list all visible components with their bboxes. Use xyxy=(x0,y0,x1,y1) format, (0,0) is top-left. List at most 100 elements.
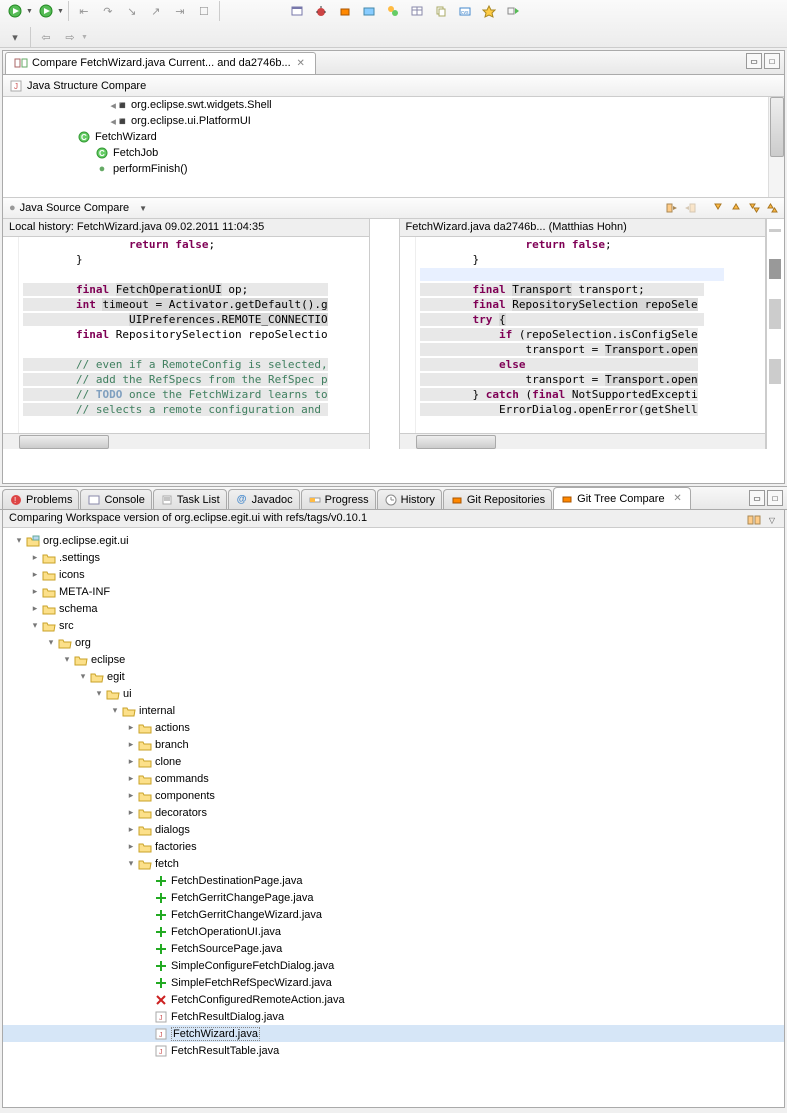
tab-history[interactable]: History xyxy=(377,489,442,509)
view-menu-icon[interactable]: ▽ xyxy=(764,512,780,528)
expander-icon[interactable]: ▸ xyxy=(125,739,137,750)
tree-item[interactable]: ▸META-INF xyxy=(3,583,784,600)
struct-class[interactable]: CFetchWizard xyxy=(3,129,784,145)
struct-import[interactable]: ◂◾org.eclipse.swt.widgets.Shell xyxy=(3,97,784,113)
expander-icon[interactable]: ▾ xyxy=(125,858,137,869)
code-right[interactable]: return false; } final Transport transpor… xyxy=(416,237,766,433)
tree-item[interactable]: ▸decorators xyxy=(3,804,784,821)
next-change-icon[interactable] xyxy=(746,200,762,216)
tree-item[interactable]: ▸schema xyxy=(3,600,784,617)
run-icon[interactable] xyxy=(4,0,26,22)
tree-file[interactable]: JFetchResultTable.java xyxy=(3,1042,784,1059)
expander-icon[interactable]: ▸ xyxy=(125,824,137,835)
minimize-icon[interactable]: ▭ xyxy=(746,53,762,69)
expander-icon[interactable]: ▸ xyxy=(125,722,137,733)
dropdown-icon[interactable]: ▼ xyxy=(139,204,147,213)
expander-icon[interactable]: ▸ xyxy=(125,756,137,767)
step-over-icon[interactable]: ↷ xyxy=(97,0,119,22)
editor-tab-compare[interactable]: Compare FetchWizard.java Current... and … xyxy=(5,52,316,74)
forward-icon[interactable]: ⇨ xyxy=(59,26,81,48)
next-diff-icon[interactable] xyxy=(710,200,726,216)
maximize-icon[interactable]: □ xyxy=(764,53,780,69)
arrow-right-icon[interactable] xyxy=(502,0,524,22)
tab-console[interactable]: Console xyxy=(80,489,151,509)
expander-icon[interactable]: ▸ xyxy=(125,841,137,852)
tree-item[interactable]: ▸commands xyxy=(3,770,784,787)
expander-icon[interactable]: ▸ xyxy=(29,552,41,563)
cvs-icon[interactable]: cvs xyxy=(454,0,476,22)
expander-icon[interactable]: ▾ xyxy=(61,654,73,665)
sync-icon[interactable] xyxy=(382,0,404,22)
expander-icon[interactable]: ▸ xyxy=(125,807,137,818)
copy-right-icon[interactable] xyxy=(664,200,680,216)
scrollbar-horizontal[interactable] xyxy=(400,433,766,449)
expander-icon[interactable]: ▾ xyxy=(45,637,57,648)
tab-gitrepos[interactable]: Git Repositories xyxy=(443,489,552,509)
new-window-icon[interactable] xyxy=(286,0,308,22)
structure-body[interactable]: ◂◾org.eclipse.swt.widgets.Shell ◂◾org.ec… xyxy=(3,97,784,197)
tree-item[interactable]: ▸branch xyxy=(3,736,784,753)
code-left[interactable]: return false; } final FetchOperationUI o… xyxy=(19,237,369,433)
struct-class[interactable]: CFetchJob xyxy=(3,145,784,161)
team-icon[interactable] xyxy=(358,0,380,22)
debug-run-icon[interactable] xyxy=(35,0,57,22)
tree-item[interactable]: ▸factories xyxy=(3,838,784,855)
step-icon[interactable]: ⇤ xyxy=(73,0,95,22)
tab-gittree[interactable]: Git Tree Compare✕ xyxy=(553,487,690,509)
resume-icon[interactable]: ⇥ xyxy=(169,0,191,22)
tree-item[interactable]: ▾eclipse xyxy=(3,651,784,668)
tree-project[interactable]: ▾org.eclipse.egit.ui xyxy=(3,532,784,549)
tree-item[interactable]: ▾org xyxy=(3,634,784,651)
tree-item[interactable]: ▸components xyxy=(3,787,784,804)
compare-mode-icon[interactable] xyxy=(746,512,762,528)
tree-file[interactable]: JFetchWizard.java xyxy=(3,1025,784,1042)
tree-item[interactable]: ▸icons xyxy=(3,566,784,583)
tree-file[interactable]: FetchDestinationPage.java xyxy=(3,872,784,889)
dropdown-icon[interactable]: ▼ xyxy=(26,8,33,15)
struct-import[interactable]: ◂◾org.eclipse.ui.PlatformUI xyxy=(3,113,784,129)
expander-icon[interactable]: ▾ xyxy=(109,705,121,716)
prev-diff-icon[interactable] xyxy=(728,200,744,216)
tree-item[interactable]: ▸.settings xyxy=(3,549,784,566)
tree-file[interactable]: FetchGerritChangeWizard.java xyxy=(3,906,784,923)
expander-icon[interactable]: ▸ xyxy=(125,773,137,784)
tree-body[interactable]: ▾org.eclipse.egit.ui▸.settings▸icons▸MET… xyxy=(3,528,784,1090)
expander-icon[interactable]: ▾ xyxy=(29,620,41,631)
scrollbar-horizontal[interactable] xyxy=(3,433,369,449)
tree-file[interactable]: FetchOperationUI.java xyxy=(3,923,784,940)
dropdown-icon[interactable]: ▼ xyxy=(81,34,88,41)
tree-item[interactable]: ▾fetch xyxy=(3,855,784,872)
tree-file[interactable]: JFetchResultDialog.java xyxy=(3,1008,784,1025)
expander-icon[interactable]: ▾ xyxy=(13,535,25,546)
tree-item[interactable]: ▸actions xyxy=(3,719,784,736)
tree-item[interactable]: ▾egit xyxy=(3,668,784,685)
tree-file[interactable]: FetchConfiguredRemoteAction.java xyxy=(3,991,784,1008)
tab-javadoc[interactable]: @Javadoc xyxy=(228,489,300,509)
tree-file[interactable]: FetchSourcePage.java xyxy=(3,940,784,957)
minimize-icon[interactable]: ▭ xyxy=(749,490,765,506)
tab-tasklist[interactable]: Task List xyxy=(153,489,227,509)
copy-left-icon[interactable] xyxy=(682,200,698,216)
prev-change-icon[interactable] xyxy=(764,200,780,216)
tree-item[interactable]: ▾src xyxy=(3,617,784,634)
maximize-icon[interactable]: □ xyxy=(767,490,783,506)
expander-icon[interactable]: ▾ xyxy=(77,671,89,682)
dropdown-icon[interactable]: ▾ xyxy=(4,26,26,48)
back-icon[interactable]: ⇦ xyxy=(35,26,57,48)
star-icon[interactable] xyxy=(478,0,500,22)
tab-problems[interactable]: !Problems xyxy=(2,489,79,509)
copy-icon[interactable] xyxy=(430,0,452,22)
expander-icon[interactable]: ▾ xyxy=(93,688,105,699)
expander-icon[interactable]: ▸ xyxy=(29,586,41,597)
git-icon[interactable] xyxy=(334,0,356,22)
tree-item[interactable]: ▸dialogs xyxy=(3,821,784,838)
step-into-icon[interactable]: ↘ xyxy=(121,0,143,22)
table-icon[interactable] xyxy=(406,0,428,22)
dropdown-icon[interactable]: ▼ xyxy=(57,8,64,15)
expander-icon[interactable]: ▸ xyxy=(29,569,41,580)
tree-file[interactable]: SimpleFetchRefSpecWizard.java xyxy=(3,974,784,991)
close-icon[interactable]: ✕ xyxy=(295,57,307,69)
close-icon[interactable]: ✕ xyxy=(672,493,684,505)
terminate-icon[interactable]: ☐ xyxy=(193,0,215,22)
tree-item[interactable]: ▾ui xyxy=(3,685,784,702)
